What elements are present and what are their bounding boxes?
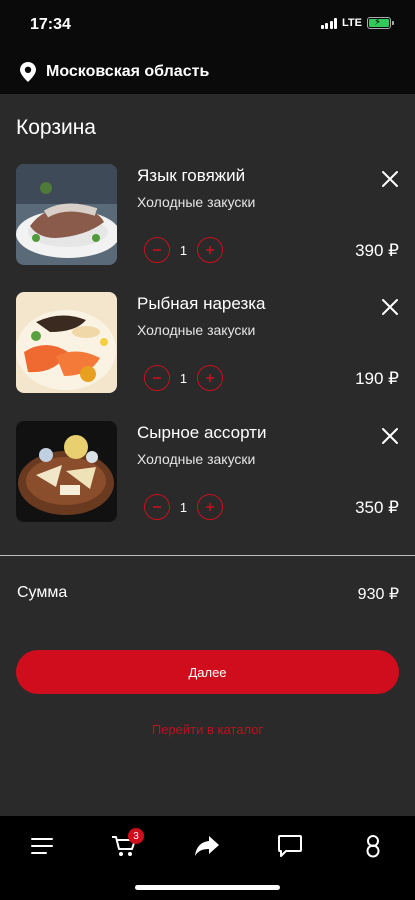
item-category: Холодные закуски <box>137 451 256 467</box>
catalog-link[interactable]: Перейти в каталог <box>0 722 415 737</box>
chat-icon <box>278 835 302 857</box>
cart-item: Рыбная нарезка Холодные закуски 1 190 ₽ <box>0 292 415 404</box>
decrease-button[interactable] <box>144 237 170 263</box>
close-icon <box>382 299 398 315</box>
next-button[interactable]: Далее <box>16 650 399 694</box>
location-bar[interactable]: Московская область <box>0 50 415 94</box>
tab-profile[interactable] <box>349 826 397 866</box>
tab-chat[interactable] <box>266 826 314 866</box>
beef-tongue-image <box>16 164 117 265</box>
home-indicator <box>135 885 280 890</box>
tab-cart[interactable]: 3 <box>100 826 148 866</box>
plus-icon <box>206 503 214 511</box>
status-indicators: LTE ⚡ <box>320 17 394 29</box>
remove-item-button[interactable] <box>379 296 401 318</box>
location-pin-icon <box>20 62 36 82</box>
item-price: 390 ₽ <box>355 241 399 260</box>
item-category: Холодные закуски <box>137 194 256 210</box>
item-category: Холодные закуски <box>137 322 256 338</box>
tab-menu[interactable] <box>18 826 66 866</box>
item-price: 190 ₽ <box>355 369 399 388</box>
remove-item-button[interactable] <box>379 425 401 447</box>
status-time: 17:34 <box>30 16 71 33</box>
network-label: LTE <box>342 17 362 29</box>
cheese-board-image <box>16 421 117 522</box>
cart-item: Сырное ассорти Холодные закуски 1 350 ₽ <box>0 421 415 533</box>
share-icon <box>195 836 219 856</box>
location-label: Московская область <box>46 63 210 80</box>
cart-badge: 3 <box>128 828 144 844</box>
minus-icon <box>153 249 161 251</box>
increase-button[interactable] <box>197 365 223 391</box>
increase-button[interactable] <box>197 494 223 520</box>
remove-item-button[interactable] <box>379 168 401 190</box>
battery-icon: ⚡ <box>367 17 394 29</box>
minus-icon <box>153 506 161 508</box>
sum-label: Сумма <box>17 584 68 601</box>
item-price: 350 ₽ <box>355 498 399 517</box>
item-name: Язык говяжий <box>137 166 246 185</box>
decrease-button[interactable] <box>144 494 170 520</box>
item-name: Рыбная нарезка <box>137 294 266 313</box>
quantity-value: 1 <box>179 499 188 515</box>
quantity-stepper: 1 <box>144 237 223 263</box>
item-name: Сырное ассорти <box>137 423 267 442</box>
close-icon <box>382 171 398 187</box>
quantity-value: 1 <box>179 242 188 258</box>
status-bar: 17:34 LTE ⚡ <box>0 0 415 50</box>
fish-platter-image <box>16 292 117 393</box>
sum-total: 930 ₽ <box>357 586 399 603</box>
quantity-value: 1 <box>179 370 188 386</box>
close-icon <box>382 428 398 444</box>
profile-icon <box>366 835 380 858</box>
menu-icon <box>31 838 53 854</box>
minus-icon <box>153 377 161 379</box>
increase-button[interactable] <box>197 237 223 263</box>
tab-share[interactable] <box>183 826 231 866</box>
quantity-stepper: 1 <box>144 494 223 520</box>
decrease-button[interactable] <box>144 365 170 391</box>
page-title: Корзина <box>16 116 96 139</box>
cart-item: Язык говяжий Холодные закуски 1 390 ₽ <box>0 164 415 276</box>
plus-icon <box>206 374 214 382</box>
plus-icon <box>206 246 214 254</box>
divider <box>0 555 415 556</box>
signal-icon <box>320 17 338 29</box>
quantity-stepper: 1 <box>144 365 223 391</box>
